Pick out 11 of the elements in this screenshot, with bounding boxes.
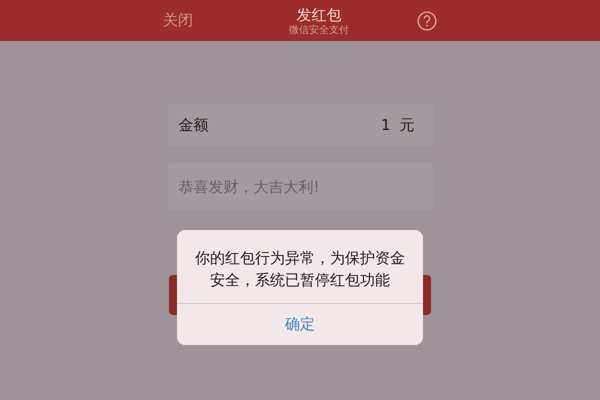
message-field[interactable]: 恭喜发财，大吉大利! [168, 163, 432, 210]
close-button[interactable]: 关闭 [163, 11, 193, 30]
page-subtitle: 微信安全支付 [289, 24, 349, 36]
page-title: 发红包 [296, 4, 342, 24]
amount-label: 金额 [178, 116, 210, 134]
currency-unit: 元 [400, 116, 414, 134]
help-icon[interactable] [417, 10, 437, 30]
amount-value: 1 [380, 116, 390, 134]
alert-message: 你的红包行为异常，为保护资金安全，系统已暂停红包功能 [177, 230, 423, 304]
confirm-button[interactable]: 确定 [177, 304, 423, 345]
amount-field[interactable]: 金额 1 元 [168, 104, 432, 146]
